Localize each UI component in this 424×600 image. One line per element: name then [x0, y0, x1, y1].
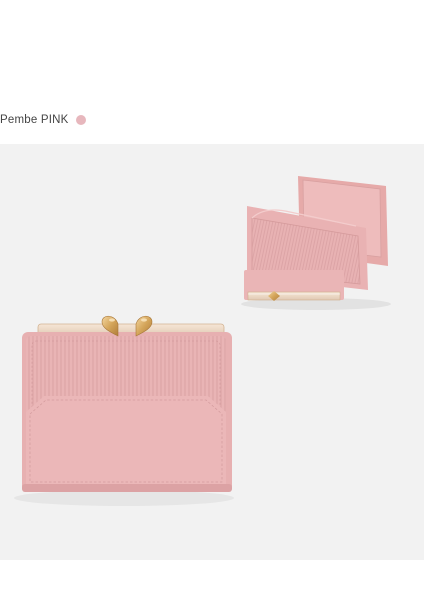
- wallet-illustration: [14, 176, 391, 506]
- color-swatch[interactable]: [76, 115, 87, 125]
- color-variant-label: Pembe PINK: [0, 114, 69, 126]
- closed-wallet-front-view: [14, 315, 234, 506]
- color-variant-label-row: Pembe PINK: [0, 110, 87, 130]
- product-photo: [0, 144, 424, 560]
- open-wallet-view: [241, 176, 391, 310]
